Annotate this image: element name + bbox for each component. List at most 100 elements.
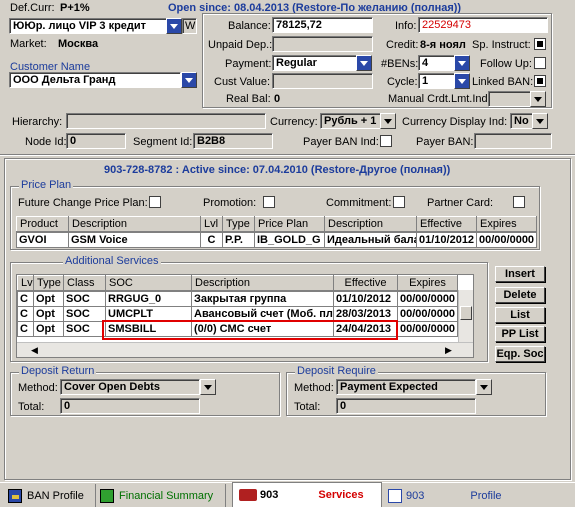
chevron-down-icon — [458, 78, 466, 84]
cust-value-field — [272, 73, 373, 89]
tab-services[interactable]: 903 Services — [232, 482, 382, 507]
unpaid-dep-label: Unpaid Dep.: — [208, 39, 273, 51]
bens-select[interactable]: 4 — [418, 55, 456, 71]
info-label: Info: — [395, 20, 417, 32]
account-type-select[interactable]: ЮЮр. лицо VIP 3 кредит — [9, 18, 167, 34]
payer-ban-ind-checkbox[interactable] — [380, 135, 392, 147]
column-header[interactable]: Description — [68, 216, 201, 232]
column-header[interactable]: Expires — [397, 275, 458, 291]
payment-select[interactable]: Regular — [272, 55, 357, 71]
def-curr-label: Def.Curr: — [10, 2, 55, 14]
column-header[interactable]: Price Plan — [254, 216, 325, 232]
section-divider — [0, 154, 575, 156]
promotion-label: Promotion: — [203, 197, 257, 209]
financial-summary-icon — [100, 488, 114, 503]
partner-card-checkbox[interactable] — [513, 196, 525, 208]
scroll-right-icon[interactable]: ▶ — [445, 345, 452, 356]
table-cell: 01/10/2012 — [333, 291, 398, 307]
tab-financial-summary[interactable]: Financial Summary — [100, 484, 226, 507]
column-header[interactable]: Class — [63, 275, 106, 291]
table-cell: SOC — [63, 321, 106, 337]
bens-dropdown-button[interactable] — [454, 55, 470, 71]
info-field[interactable]: 22529473 — [418, 17, 548, 33]
deposit-require-dropdown-button[interactable] — [476, 379, 492, 395]
currency-display-select[interactable]: No — [510, 113, 534, 129]
eqp-soc-button[interactable]: Eqp. Soc — [495, 346, 545, 362]
deposit-return-method-label: Method: — [18, 382, 58, 394]
payment-dropdown-button[interactable] — [356, 55, 372, 71]
deposit-return-method-select[interactable]: Cover Open Debts — [60, 379, 200, 395]
account-type-dropdown-button[interactable] — [166, 18, 182, 34]
services-horizontal-scrollbar[interactable]: ◀ ▶ — [17, 342, 473, 357]
tab-profile[interactable]: 903 Profile — [388, 484, 518, 507]
column-header[interactable]: Type — [33, 275, 64, 291]
table-row[interactable]: GVOI GSM Voice C P.P. IB_GOLD_G Идеальны… — [16, 232, 537, 248]
future-change-checkbox[interactable] — [149, 196, 161, 208]
linked-ban-checkbox[interactable] — [534, 75, 546, 87]
follow-up-checkbox[interactable] — [534, 57, 546, 69]
credit-label: Credit: — [386, 39, 419, 51]
scrollbar-thumb[interactable] — [460, 306, 472, 320]
cycle-label: Cycle: — [387, 76, 418, 88]
commitment-checkbox[interactable] — [393, 196, 405, 208]
column-header[interactable]: Expires — [476, 216, 537, 232]
tab-ban-profile[interactable]: BAN Profile — [8, 484, 96, 507]
customer-name-field[interactable]: ООО Дельта Гранд — [9, 72, 181, 88]
deposit-return-total-label: Total: — [18, 401, 45, 413]
w-label: W — [185, 20, 196, 32]
delete-button[interactable]: Delete — [495, 287, 545, 303]
column-header[interactable]: Type — [222, 216, 255, 232]
partner-card-label: Partner Card: — [427, 197, 494, 209]
price-plan-title: Price Plan — [19, 179, 74, 191]
manual-crdt-lmt-select[interactable] — [488, 91, 532, 107]
deposit-return-dropdown-button[interactable] — [200, 379, 216, 395]
column-header[interactable]: Effective — [416, 216, 477, 232]
column-header[interactable]: Description — [324, 216, 417, 232]
table-cell: C — [17, 321, 34, 337]
deposit-return-title: Deposit Return — [19, 365, 97, 377]
linked-ban-label: Linked BAN: — [472, 76, 534, 88]
manual-crdt-lmt-label: Manual Crdt.Lmt.Ind: — [388, 93, 491, 105]
scroll-left-icon[interactable]: ◀ — [31, 345, 38, 356]
ban-profile-icon — [8, 488, 22, 503]
unpaid-dep-field — [272, 36, 373, 52]
table-row[interactable]: C Opt SOC RRGUG_0 Закрытая группа 01/10/… — [17, 291, 458, 307]
customer-name-dropdown-button[interactable] — [181, 72, 197, 88]
cycle-dropdown-button[interactable] — [454, 73, 470, 89]
chevron-down-icon — [384, 118, 392, 124]
payer-ban-ind-label: Payer BAN Ind: — [303, 136, 379, 148]
payer-ban-field — [474, 133, 552, 149]
manual-crdt-lmt-dropdown-button[interactable] — [530, 91, 546, 107]
column-header[interactable]: SOC — [105, 275, 192, 291]
payer-ban-label: Payer BAN: — [416, 136, 474, 148]
column-header[interactable]: Effective — [333, 275, 398, 291]
list-button[interactable]: List — [495, 307, 545, 323]
follow-up-label: Follow Up: — [480, 58, 532, 70]
column-header[interactable]: Product — [16, 216, 69, 232]
cycle-select[interactable]: 1 — [418, 73, 456, 89]
sp-instruct-checkbox[interactable] — [534, 38, 546, 50]
currency-dropdown-button[interactable] — [380, 113, 396, 129]
currency-select[interactable]: Рубль + 1 — [320, 113, 382, 129]
table-cell: SOC — [63, 306, 106, 322]
sp-instruct-label: Sp. Instruct: — [472, 39, 531, 51]
currency-display-dropdown-button[interactable] — [532, 113, 548, 129]
table-cell: SOC — [63, 291, 106, 307]
services-vertical-scrollbar[interactable] — [458, 290, 473, 342]
balance-label: Balance: — [228, 20, 271, 32]
future-change-label: Future Change Price Plan: — [18, 197, 148, 209]
currency-display-label: Currency Display Ind: — [402, 116, 508, 128]
pp-list-button[interactable]: PP List — [495, 326, 545, 342]
credit-value: 8-я ноял — [420, 39, 466, 51]
column-header[interactable]: Lvl — [200, 216, 223, 232]
table-cell: Идеальный бала — [324, 232, 417, 248]
promotion-checkbox[interactable] — [263, 196, 275, 208]
column-header[interactable]: Lvl — [17, 275, 34, 291]
table-cell: GVOI — [16, 232, 69, 248]
deposit-require-method-select[interactable]: Payment Expected — [336, 379, 476, 395]
subscriber-title: 903-728-8782 : Active since: 07.04.2010 … — [104, 164, 451, 176]
table-cell: 00/00/0000 — [476, 232, 537, 248]
table-cell: C — [200, 232, 223, 248]
column-header[interactable]: Description — [191, 275, 334, 291]
insert-button[interactable]: Insert — [495, 266, 545, 282]
